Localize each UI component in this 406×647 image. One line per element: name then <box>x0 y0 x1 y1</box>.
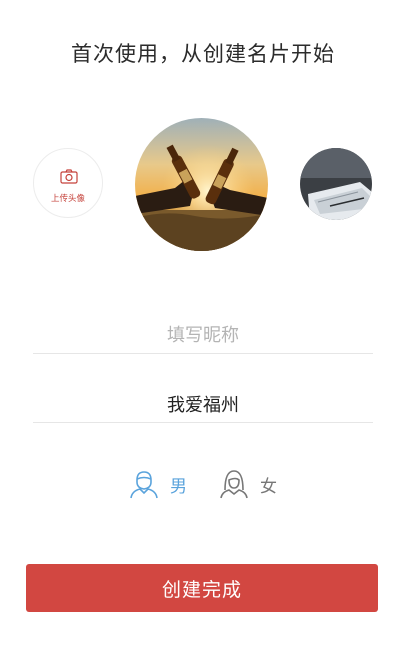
gender-male-option[interactable]: 男 <box>128 466 187 502</box>
gender-female-option[interactable]: 女 <box>218 466 277 502</box>
upload-avatar-label: 上传头像 <box>50 194 85 204</box>
nickname-input[interactable] <box>33 318 373 352</box>
gender-female-label: 女 <box>260 476 277 497</box>
page-title: 首次使用，从创建名片开始 <box>71 42 335 66</box>
desk-papers-image <box>300 148 372 220</box>
gender-male-label: 男 <box>170 476 187 497</box>
male-avatar-icon <box>130 471 158 499</box>
selected-avatar-photo[interactable] <box>135 118 268 251</box>
upload-avatar-button[interactable]: 上传头像 <box>33 148 103 218</box>
nickname-field-container <box>33 318 373 354</box>
create-complete-button[interactable]: 创建完成 <box>26 564 378 612</box>
female-avatar-icon <box>220 470 248 499</box>
region-input[interactable] <box>33 387 373 421</box>
camera-icon <box>60 169 78 184</box>
alternate-avatar-photo[interactable] <box>300 148 372 220</box>
region-field-container <box>33 387 373 423</box>
beer-toast-image <box>135 118 268 251</box>
